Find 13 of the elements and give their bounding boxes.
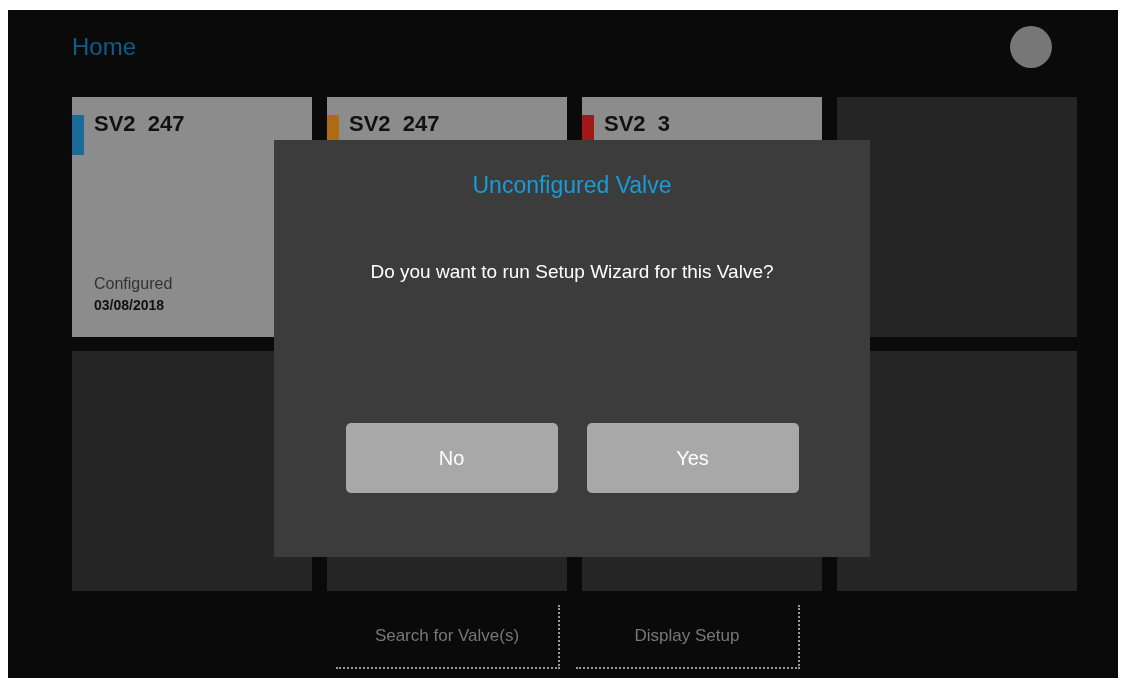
valve-name: SV2 3 [604,111,671,137]
dialog-button[interactable]: No [345,423,558,493]
footer-button[interactable]: Display Setup [576,605,800,669]
user-avatar[interactable] [1010,26,1052,68]
valve-name: SV2 247 [349,111,440,137]
footer-button[interactable]: Search for Valve(s) [336,605,560,669]
dialog-button[interactable]: Yes [586,423,799,493]
page-title: Home [72,33,137,61]
dialog-message: Do you want to run Setup Wizard for this Valve? [370,261,774,283]
valve-name: SV2 247 [94,111,185,137]
dialog-title: Unconfigured Valve [472,172,672,199]
valve-status: Configured [94,275,174,293]
valve-date: 03/08/2018 [94,297,166,313]
